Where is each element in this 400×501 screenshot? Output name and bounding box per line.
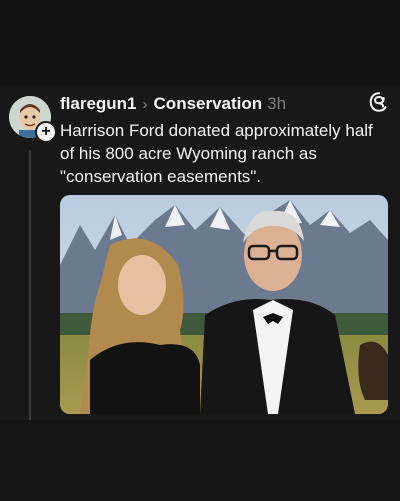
avatar-wrapper[interactable]: + [9,96,57,143]
post-timestamp: 3h [267,94,287,113]
bottom-background [0,420,400,501]
topic-link[interactable]: Conservation [154,94,263,114]
post-photo[interactable] [60,195,388,414]
threads-logo-icon[interactable] [368,91,390,113]
username-link[interactable]: flaregun1 [60,94,137,114]
thread-line [29,150,31,420]
top-background [0,0,400,86]
post-header: flaregun1 › Conservation 3h [60,93,286,115]
follow-plus-icon[interactable]: + [35,121,57,143]
chevron-right-icon: › [142,95,148,113]
post-body-text: Harrison Ford donated approximately half… [60,121,373,186]
